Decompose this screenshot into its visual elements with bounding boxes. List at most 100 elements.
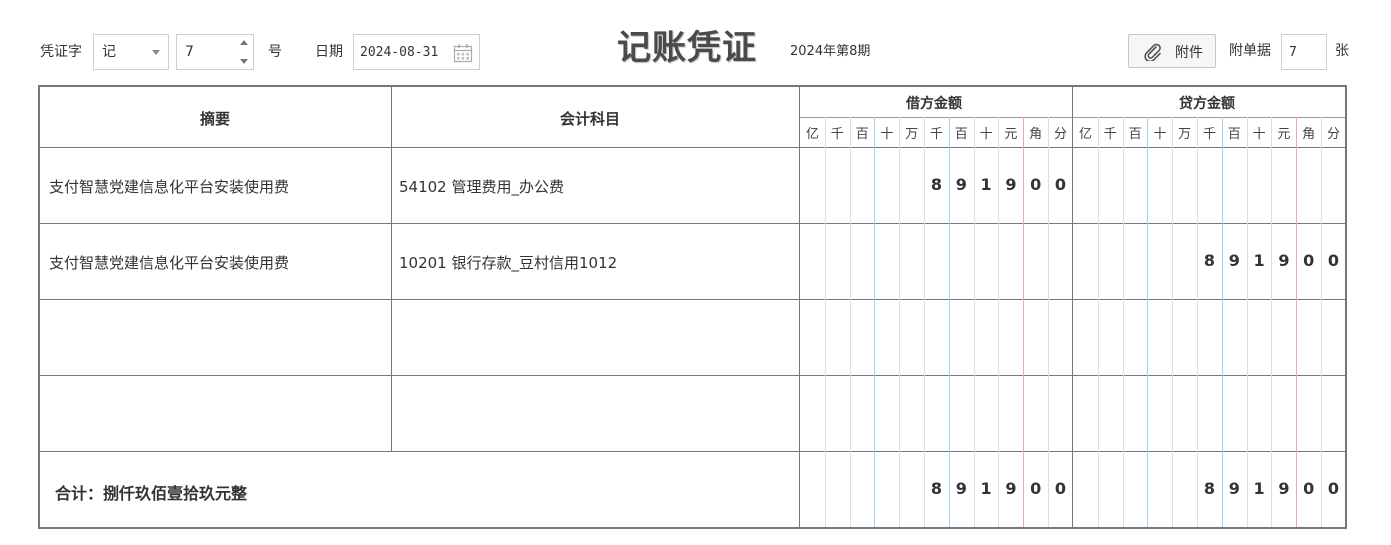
credit-digit-gridline <box>1321 117 1322 527</box>
debit-unit-label: 亿 <box>805 127 819 142</box>
row-1-summary[interactable]: 支付智慧党建信息化平台安装使用费 <box>49 176 289 197</box>
total-credit-digit: 0 <box>1303 479 1315 498</box>
debit-unit-label: 千 <box>830 127 844 142</box>
attachment-count-label: 附单据 <box>1229 43 1271 59</box>
credit-digit-gridline <box>1123 117 1124 527</box>
row-1-account[interactable]: 54102 管理费用_办公费 <box>399 176 564 197</box>
voucher-table: 摘要 会计科目 借方金额 贷方金额 支付智慧党建信息化平台安装使用费 54102… <box>38 85 1347 529</box>
debit-unit-label: 百 <box>855 127 869 142</box>
credit-digit: 0 <box>1327 251 1340 270</box>
row-4-summary[interactable] <box>49 404 389 424</box>
decrement-icon[interactable] <box>240 59 248 64</box>
total-label: 合计：捌仟玖佰壹拾玖元整 <box>55 484 248 503</box>
credit-digit-gridline <box>1147 117 1148 527</box>
credit-digit: 1 <box>1253 251 1265 270</box>
total-debit-digit: 8 <box>930 479 943 498</box>
credit-digit: 9 <box>1228 251 1240 270</box>
debit-digit: 1 <box>980 175 992 194</box>
total-credit-digit: 9 <box>1228 479 1240 498</box>
total-debit-digit: 0 <box>1054 479 1067 498</box>
credit-unit-label: 百 <box>1128 127 1142 142</box>
row-divider <box>40 375 1345 376</box>
debit-digit: 9 <box>1005 175 1017 194</box>
debit-unit-label: 千 <box>929 127 943 142</box>
date-label: 日期 <box>315 44 343 60</box>
debit-digit-gridline <box>825 117 826 527</box>
debit-unit-label: 万 <box>905 127 919 142</box>
row-3-summary[interactable] <box>49 328 389 348</box>
credit-digit: 0 <box>1303 251 1315 270</box>
credit-digit-gridline <box>1222 117 1223 527</box>
debit-digit-gridline <box>899 117 900 527</box>
page-title: 记账凭证 <box>617 28 757 68</box>
voucher-word-label: 凭证字 <box>40 44 82 60</box>
credit-digit-gridline <box>1098 117 1099 527</box>
attachment-count-suffix: 张 <box>1335 43 1349 59</box>
total-credit-digit: 8 <box>1203 479 1216 498</box>
row-divider <box>40 147 1345 148</box>
credit-unit-label: 十 <box>1153 127 1167 142</box>
credit-unit-label: 万 <box>1178 127 1192 142</box>
row-4-account[interactable] <box>399 404 789 424</box>
credit-unit-label: 分 <box>1326 127 1340 142</box>
paperclip-icon <box>1144 43 1161 61</box>
number-suffix: 号 <box>268 44 282 60</box>
calendar-icon[interactable] <box>453 43 473 63</box>
attachment-count-value: 7 <box>1289 45 1297 60</box>
debit-digit: 0 <box>1030 175 1042 194</box>
credit-digit-gridline <box>1197 117 1198 527</box>
increment-icon[interactable] <box>240 40 248 45</box>
credit-unit-label: 十 <box>1252 127 1266 142</box>
row-divider <box>40 223 1345 224</box>
debit-digit-gridline <box>874 117 875 527</box>
voucher-word-select[interactable]: 记 <box>93 34 169 70</box>
column-divider <box>391 87 392 451</box>
credit-amount-header: 贷方金额 <box>1179 96 1235 112</box>
debit-unit-label: 角 <box>1029 127 1043 142</box>
debit-digit: 9 <box>955 175 967 194</box>
total-debit-digit: 9 <box>955 479 967 498</box>
attachment-count-input[interactable]: 7 <box>1281 34 1327 70</box>
debit-digit: 8 <box>930 175 943 194</box>
total-credit-digit: 1 <box>1253 479 1265 498</box>
debit-digit: 0 <box>1054 175 1067 194</box>
date-field[interactable]: 2024-08-31 <box>353 34 480 70</box>
date-value: 2024-08-31 <box>360 45 439 60</box>
debit-digit-gridline <box>850 117 851 527</box>
credit-digit-gridline <box>1172 117 1173 527</box>
row-3-account[interactable] <box>399 328 789 348</box>
account-column-header: 会计科目 <box>560 110 621 128</box>
row-divider <box>40 299 1345 300</box>
attachment-button-label: 附件 <box>1175 45 1203 61</box>
credit-digit: 9 <box>1278 251 1290 270</box>
debit-unit-label: 分 <box>1053 127 1067 142</box>
credit-digit-gridline <box>1271 117 1272 527</box>
debit-unit-label: 十 <box>880 127 894 142</box>
voucher-word-value: 记 <box>102 44 116 60</box>
debit-amount-header: 借方金额 <box>906 96 962 112</box>
summary-column-header: 摘要 <box>200 110 231 128</box>
debit-unit-label: 百 <box>954 127 968 142</box>
column-divider <box>799 87 800 527</box>
total-credit-digit: 9 <box>1278 479 1290 498</box>
row-divider <box>40 451 1345 452</box>
column-divider <box>1072 87 1073 527</box>
chevron-down-icon <box>152 50 160 55</box>
row-2-summary[interactable]: 支付智慧党建信息化平台安装使用费 <box>49 252 289 273</box>
voucher-number-value: 7 <box>185 44 194 60</box>
voucher-number-stepper[interactable]: 7 <box>176 34 254 70</box>
credit-digit-gridline <box>1247 117 1248 527</box>
credit-unit-label: 百 <box>1227 127 1241 142</box>
row-2-account[interactable]: 10201 银行存款_豆村信用1012 <box>399 252 617 273</box>
credit-unit-label: 亿 <box>1078 127 1092 142</box>
attachment-button[interactable]: 附件 <box>1128 34 1216 68</box>
total-debit-digit: 9 <box>1005 479 1017 498</box>
credit-unit-label: 千 <box>1103 127 1117 142</box>
credit-unit-label: 千 <box>1202 127 1216 142</box>
total-credit-digit: 0 <box>1327 479 1340 498</box>
credit-digit-gridline <box>1296 117 1297 527</box>
accounting-period: 2024年第8期 <box>790 44 871 59</box>
total-debit-digit: 0 <box>1030 479 1042 498</box>
credit-unit-label: 角 <box>1302 127 1316 142</box>
debit-unit-label: 十 <box>979 127 993 142</box>
